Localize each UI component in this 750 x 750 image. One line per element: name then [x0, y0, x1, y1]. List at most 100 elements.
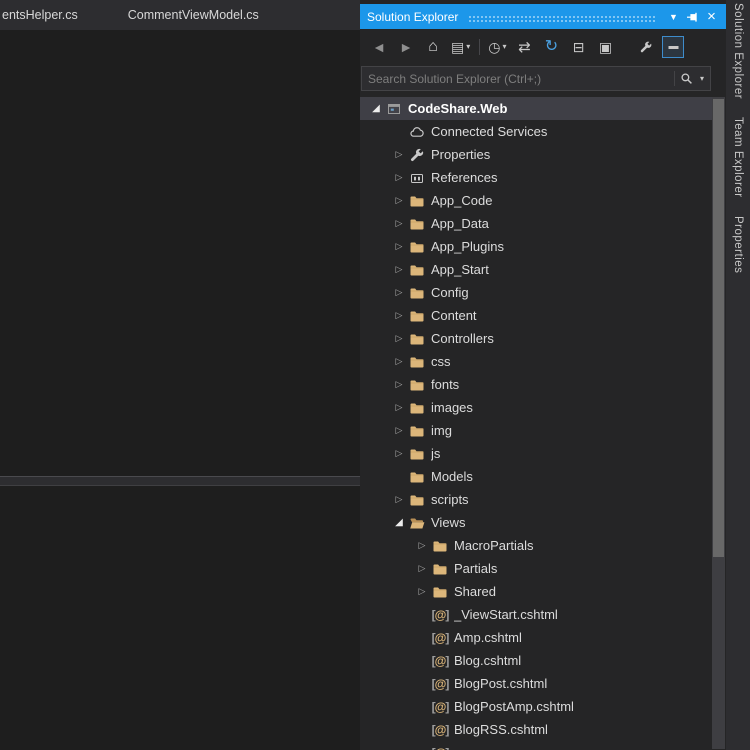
tree-item-img[interactable]: ▷img — [360, 419, 712, 442]
folder-icon — [408, 423, 426, 439]
editor-tab-commentshelper[interactable]: entsHelper.cs — [0, 0, 114, 30]
expand-icon[interactable]: ▷ — [414, 540, 430, 551]
editor-splitter[interactable] — [0, 476, 360, 486]
collapse-icon[interactable]: ◢ — [391, 517, 407, 528]
properties-button[interactable] — [635, 36, 657, 58]
tree-item-js[interactable]: ▷js — [360, 442, 712, 465]
side-tab-team-explorer[interactable]: Team Explorer — [732, 117, 744, 198]
tree-item-shared[interactable]: ▷Shared — [360, 580, 712, 603]
expand-icon[interactable]: ▷ — [414, 563, 430, 574]
tree-item-amp-cshtml[interactable]: [@]Amp.cshtml — [360, 626, 712, 649]
tree-scrollbar[interactable] — [712, 97, 725, 749]
tree-item-config[interactable]: ▷ Config — [360, 281, 712, 304]
editor-tab-commentviewmodel[interactable]: CommentViewModel.cs — [114, 0, 273, 30]
tree-item-app-data[interactable]: ▷ App_Data — [360, 212, 712, 235]
tree-item-blog-cshtml[interactable]: [@]Blog.cshtml — [360, 649, 712, 672]
search-input[interactable] — [362, 72, 674, 86]
collapse-all-button[interactable]: ⊟ — [567, 36, 589, 58]
tree-item-controllers[interactable]: ▷Controllers — [360, 327, 712, 350]
app-root: entsHelper.cs CommentViewModel.cs Soluti… — [0, 0, 750, 750]
tree-item-blogpost-cshtml[interactable]: [@]BlogPost.cshtml — [360, 672, 712, 695]
side-tab-properties[interactable]: Properties — [732, 216, 744, 273]
refresh-button[interactable]: ↻ — [540, 36, 562, 58]
expand-icon[interactable]: ▷ — [391, 172, 407, 183]
tree-item-app-plugins[interactable]: ▷App_Plugins — [360, 235, 712, 258]
folder-icon — [408, 216, 426, 232]
folder-icon — [431, 584, 449, 600]
expand-icon[interactable]: ▷ — [391, 195, 407, 206]
search-options-chevron[interactable]: ▾ — [698, 74, 710, 83]
tree-item-blogrss-cshtml[interactable]: [@]BlogRSS.cshtml — [360, 718, 712, 741]
tree-item-label: css — [431, 354, 451, 369]
panel-titlebar[interactable]: Solution Explorer ▼ × — [360, 4, 726, 29]
back-button[interactable]: ◄ — [368, 36, 390, 58]
pending-changes-filter-button[interactable]: ◷▾ — [486, 36, 508, 58]
tree-item-css[interactable]: ▷ css — [360, 350, 712, 373]
scrollbar-thumb[interactable] — [713, 99, 724, 557]
sync-with-active-document-button[interactable]: ⇄ — [513, 36, 535, 58]
expand-icon[interactable]: ▷ — [391, 264, 407, 275]
expand-icon[interactable]: ▷ — [414, 586, 430, 597]
search-icon[interactable] — [675, 72, 698, 85]
home-button[interactable]: ⌂ — [422, 36, 444, 58]
tree-item-connected-services[interactable]: Connected Services — [360, 120, 712, 143]
tree-item-label: Config — [431, 285, 469, 300]
tree-item-codeshare-web[interactable]: ◢CodeShare.Web — [360, 97, 712, 120]
expand-icon[interactable]: ▷ — [391, 218, 407, 229]
tree-item-app-start[interactable]: ▷App_Start — [360, 258, 712, 281]
tree-item-macropartials[interactable]: ▷MacroPartials — [360, 534, 712, 557]
razor-icon: [@] — [431, 607, 449, 623]
tree-item-label: Properties — [431, 147, 490, 162]
editor-surface-bottom[interactable] — [0, 486, 360, 750]
tree-item-clipped[interactable]: [@] — [360, 741, 712, 750]
expand-icon[interactable]: ▷ — [391, 356, 407, 367]
tree-item-images[interactable]: ▷images — [360, 396, 712, 419]
tree-item-properties[interactable]: ▷ Properties — [360, 143, 712, 166]
close-panel-button[interactable]: × — [702, 6, 721, 27]
expand-icon[interactable]: ▷ — [391, 310, 407, 321]
side-tab-solution-explorer[interactable]: Solution Explorer — [732, 3, 744, 99]
razor-icon: [@] — [431, 722, 449, 738]
tree-item-label: Views — [431, 515, 465, 530]
switch-views-button[interactable]: ▤▾ — [449, 36, 472, 58]
folder-icon — [431, 538, 449, 554]
expand-icon[interactable]: ▷ — [391, 448, 407, 459]
tree-item-blogpostamp-cshtml[interactable]: [@]BlogPostAmp.cshtml — [360, 695, 712, 718]
panel-title: Solution Explorer — [367, 10, 458, 24]
auto-hide-pin-button[interactable] — [683, 6, 702, 27]
forward-button[interactable]: ► — [395, 36, 417, 58]
expand-icon[interactable]: ▷ — [391, 241, 407, 252]
folder-icon — [408, 492, 426, 508]
editor-tab-label: entsHelper.cs — [2, 8, 78, 22]
tree-item-content[interactable]: ▷Content — [360, 304, 712, 327]
solution-explorer-panel: Solution Explorer ▼ × ◄► ⌂ ▤▾ ◷▾⇄↻⊟▣ ▬ — [360, 0, 726, 750]
expand-icon[interactable]: ▷ — [391, 425, 407, 436]
tree-item-fonts[interactable]: ▷fonts — [360, 373, 712, 396]
window-position-chevron-button[interactable]: ▼ — [664, 6, 683, 27]
tree-item-label: BlogPostAmp.cshtml — [454, 699, 574, 714]
tree-item-viewstart-cshtml[interactable]: [@]_ViewStart.cshtml — [360, 603, 712, 626]
expand-icon[interactable]: ▷ — [391, 149, 407, 160]
expand-icon[interactable]: ▷ — [391, 402, 407, 413]
expand-icon[interactable]: ▷ — [391, 333, 407, 344]
folder-icon — [408, 377, 426, 393]
tree-item-app-code[interactable]: ▷App_Code — [360, 189, 712, 212]
editor-area: entsHelper.cs CommentViewModel.cs — [0, 0, 360, 750]
preview-selected-items-button[interactable]: ▬ — [662, 36, 684, 58]
razor-icon: [@] — [431, 676, 449, 692]
tree-item-label: App_Data — [431, 216, 489, 231]
editor-surface-top[interactable] — [0, 30, 360, 476]
tree-item-models[interactable]: Models — [360, 465, 712, 488]
expand-icon[interactable]: ▷ — [391, 379, 407, 390]
show-all-files-button[interactable]: ▣ — [594, 36, 616, 58]
expand-icon[interactable]: ▷ — [391, 287, 407, 298]
home-icon: ⌂ — [428, 39, 438, 55]
wrench-icon — [408, 147, 426, 163]
collapse-icon[interactable]: ◢ — [368, 103, 384, 114]
tree-item-views[interactable]: ◢ Views — [360, 511, 712, 534]
tree-item-partials[interactable]: ▷Partials — [360, 557, 712, 580]
tree-item-references[interactable]: ▷References — [360, 166, 712, 189]
folder-icon — [408, 308, 426, 324]
expand-icon[interactable]: ▷ — [391, 494, 407, 505]
tree-item-scripts[interactable]: ▷scripts — [360, 488, 712, 511]
